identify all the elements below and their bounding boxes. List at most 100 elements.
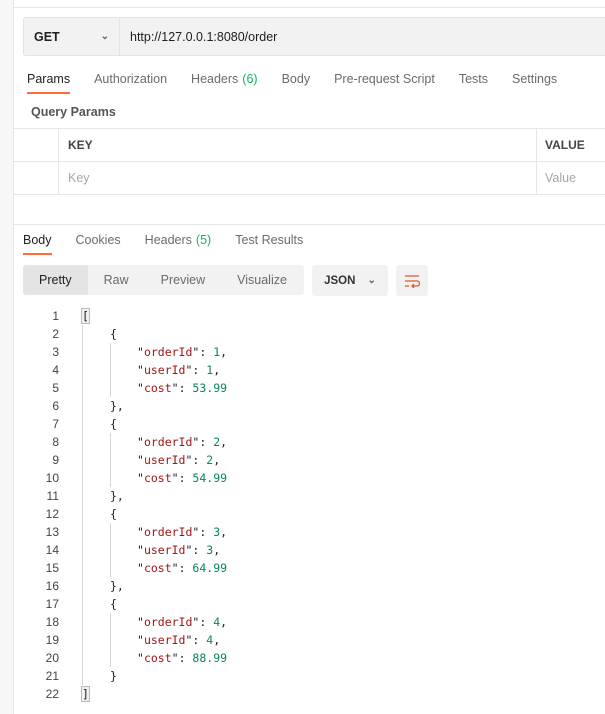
code-line: 20 "cost": 88.99 bbox=[14, 649, 227, 667]
code-text: "userId": 3, bbox=[137, 543, 221, 557]
code-text: } bbox=[110, 669, 117, 683]
punctuation: , bbox=[213, 453, 221, 467]
code-line: 22] bbox=[14, 685, 90, 703]
left-sidebar-edge bbox=[0, 0, 14, 714]
key-column-header: KEY bbox=[59, 129, 537, 161]
code-line: 17 { bbox=[14, 595, 117, 613]
value-column-header: VALUE bbox=[545, 138, 585, 152]
code-text: "userId": 1, bbox=[137, 363, 221, 377]
code-line: 1[ bbox=[14, 307, 90, 325]
response-tab-test-results[interactable]: Test Results bbox=[235, 233, 303, 255]
code-text: "orderId": 2, bbox=[137, 435, 228, 449]
tab-label: Tests bbox=[458, 72, 488, 86]
line-number: 9 bbox=[52, 453, 59, 467]
request-tab-settings[interactable]: Settings bbox=[512, 72, 557, 94]
code-text: "cost": 54.99 bbox=[137, 471, 228, 485]
code-text: }, bbox=[110, 489, 124, 503]
wrap-lines-icon bbox=[405, 274, 420, 288]
url-input[interactable]: http://127.0.0.1:8080/order bbox=[120, 30, 277, 44]
indent-guide bbox=[110, 613, 111, 667]
line-number: 15 bbox=[45, 561, 59, 575]
request-url-bar: GET ⌄ http://127.0.0.1:8080/order bbox=[23, 17, 605, 56]
tab-label: Pre-request Script bbox=[334, 72, 435, 86]
line-number: 7 bbox=[52, 417, 59, 431]
code-text: "cost": 64.99 bbox=[137, 561, 228, 575]
request-tab-body[interactable]: Body bbox=[282, 72, 311, 94]
tab-label: Test Results bbox=[235, 233, 304, 247]
tab-label: Params bbox=[27, 72, 71, 86]
view-mode-preview[interactable]: Preview bbox=[145, 265, 221, 295]
request-tab-headers[interactable]: Headers (6) bbox=[191, 72, 258, 94]
line-number: 10 bbox=[45, 471, 59, 485]
code-line: 2{ bbox=[14, 325, 117, 343]
format-select[interactable]: JSON ⌄ bbox=[312, 265, 388, 296]
code-line: 13 "orderId": 3, bbox=[14, 523, 227, 541]
response-tab-cookies[interactable]: Cookies bbox=[76, 233, 121, 255]
code-line: 11}, bbox=[14, 487, 124, 505]
divider bbox=[14, 224, 605, 225]
value-input[interactable]: Value bbox=[537, 171, 576, 185]
json-key: cost bbox=[143, 561, 172, 575]
line-number: 11 bbox=[46, 489, 59, 503]
code-text: "orderId": 1, bbox=[137, 345, 228, 359]
punctuation: , bbox=[220, 615, 228, 629]
json-value: 88.99 bbox=[192, 651, 228, 665]
code-text: "userId": 4, bbox=[137, 633, 221, 647]
response-tab-body[interactable]: Body bbox=[23, 233, 52, 255]
view-mode-visualize[interactable]: Visualize bbox=[221, 265, 303, 295]
code-line: 3 "orderId": 1, bbox=[14, 343, 227, 361]
wrap-lines-button[interactable] bbox=[396, 265, 428, 296]
line-number: 8 bbox=[52, 435, 59, 449]
request-tab-tests[interactable]: Tests bbox=[459, 72, 488, 94]
key-input[interactable]: Key bbox=[59, 162, 537, 194]
response-tab-headers[interactable]: Headers (5) bbox=[145, 233, 212, 255]
line-number: 16 bbox=[45, 579, 59, 593]
code-line: 8 "orderId": 2, bbox=[14, 433, 227, 451]
tab-label: Body bbox=[23, 233, 52, 247]
json-key: orderId bbox=[143, 615, 193, 629]
code-line: 16}, bbox=[14, 577, 124, 595]
code-line: 12 { bbox=[14, 505, 117, 523]
method-select[interactable]: GET ⌄ bbox=[24, 18, 120, 55]
table-row: Key Value bbox=[14, 162, 605, 195]
code-text: "cost": 53.99 bbox=[137, 381, 228, 395]
request-tab-params[interactable]: Params bbox=[27, 72, 71, 94]
code-line: 15 "cost": 64.99 bbox=[14, 559, 227, 577]
code-line: 9 "userId": 2, bbox=[14, 451, 220, 469]
line-number: 14 bbox=[45, 543, 59, 557]
line-number: 12 bbox=[45, 507, 59, 521]
table-header-row: KEY VALUE bbox=[14, 129, 605, 162]
code-text: { bbox=[110, 327, 117, 341]
line-number: 3 bbox=[52, 345, 59, 359]
tab-label: Settings bbox=[512, 72, 558, 86]
code-line: 6}, bbox=[14, 397, 124, 415]
code-line: 5 "cost": 53.99 bbox=[14, 379, 227, 397]
line-number: 19 bbox=[45, 633, 59, 647]
code-line: 18 "orderId": 4, bbox=[14, 613, 227, 631]
response-body-editor[interactable]: 1[2{ 3 "orderId": 1, 4 "userId": 1, 5 "cost": … bbox=[14, 307, 227, 703]
request-tab-authorization[interactable]: Authorization bbox=[94, 72, 167, 94]
tab-label: Body bbox=[281, 72, 311, 86]
json-key: cost bbox=[143, 651, 172, 665]
line-number: 5 bbox=[52, 381, 59, 395]
code-text: }, bbox=[110, 399, 124, 413]
json-key: userId bbox=[143, 633, 186, 647]
json-key: userId bbox=[143, 363, 186, 377]
indent-guide bbox=[82, 325, 83, 685]
code-text: "orderId": 4, bbox=[137, 615, 228, 629]
punctuation: , bbox=[213, 543, 221, 557]
json-key: userId bbox=[143, 543, 186, 557]
view-mode-raw[interactable]: Raw bbox=[88, 265, 145, 295]
json-key: orderId bbox=[143, 345, 193, 359]
tab-label: Cookies bbox=[75, 233, 121, 247]
code-line: 4 "userId": 1, bbox=[14, 361, 220, 379]
tab-label: Authorization bbox=[94, 72, 168, 86]
code-text: "orderId": 3, bbox=[137, 525, 228, 539]
view-mode-pretty[interactable]: Pretty bbox=[23, 265, 88, 295]
chevron-down-icon: ⌄ bbox=[367, 275, 376, 286]
code-line: 10 "cost": 54.99 bbox=[14, 469, 227, 487]
indent-guide bbox=[110, 433, 111, 487]
code-line: 7{ bbox=[14, 415, 117, 433]
line-number: 1 bbox=[52, 309, 59, 323]
request-tab-pre-request-script[interactable]: Pre-request Script bbox=[334, 72, 435, 94]
